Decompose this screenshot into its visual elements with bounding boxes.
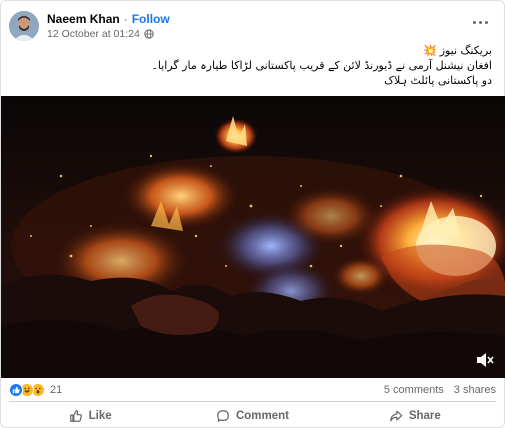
post-timestamp[interactable]: 12 October at 01:24 bbox=[47, 28, 140, 40]
post-line-1: بریکنگ نیوز💥 bbox=[32, 43, 492, 58]
avatar[interactable] bbox=[9, 11, 39, 41]
author-row: Naeem Khan · Follow bbox=[47, 12, 170, 26]
globe-icon bbox=[144, 29, 154, 39]
thumbs-up-icon bbox=[69, 410, 82, 422]
comments-count[interactable]: 5 comments bbox=[384, 384, 444, 396]
like-label: Like bbox=[88, 410, 112, 422]
collision-icon: 💥 bbox=[422, 44, 437, 57]
post-line-2: افغان نیشنل آرمی نے ڈیورنڈ لائن کے قریب … bbox=[151, 59, 492, 72]
comment-bubble-icon bbox=[217, 410, 229, 422]
author-name[interactable]: Naeem Khan bbox=[47, 12, 120, 26]
more-options-button[interactable] bbox=[466, 12, 494, 32]
separator-dot: · bbox=[123, 12, 128, 26]
share-arrow-icon bbox=[389, 410, 403, 422]
engagement-stats: 21 5 comments 3 shares bbox=[9, 381, 496, 399]
speaker-muted-icon[interactable] bbox=[476, 352, 494, 368]
comment-label: Comment bbox=[235, 410, 289, 422]
reactions-summary[interactable]: 21 bbox=[9, 383, 62, 397]
post-actions: Like Comment Share bbox=[9, 405, 496, 427]
comment-button[interactable]: Comment bbox=[171, 405, 333, 427]
like-reaction-icon bbox=[9, 383, 23, 397]
more-dot-icon bbox=[478, 20, 482, 24]
fire-scene-video-frame bbox=[1, 96, 505, 378]
share-label: Share bbox=[408, 410, 441, 422]
post-line-3: دو پاکستانی پائلٹ ہلاک bbox=[384, 74, 492, 87]
post-text: بریکنگ نیوز💥 افغان نیشنل آرمی نے ڈیورنڈ … bbox=[32, 43, 492, 88]
share-button[interactable]: Share bbox=[334, 405, 496, 427]
post-card: Naeem Khan · Follow 12 October at 01:24 … bbox=[0, 0, 505, 428]
post-header: Naeem Khan · Follow 12 October at 01:24 bbox=[9, 6, 496, 46]
follow-button[interactable]: Follow bbox=[132, 12, 170, 26]
more-dot-icon bbox=[484, 20, 488, 24]
divider bbox=[9, 401, 496, 402]
author-meta: Naeem Khan · Follow 12 October at 01:24 bbox=[47, 12, 170, 40]
timestamp-row: 12 October at 01:24 bbox=[47, 28, 170, 40]
shares-count[interactable]: 3 shares bbox=[454, 384, 496, 396]
post-headline: بریکنگ نیوز bbox=[439, 44, 492, 57]
more-dot-icon bbox=[472, 20, 476, 24]
like-button[interactable]: Like bbox=[9, 405, 171, 427]
reaction-count: 21 bbox=[50, 384, 63, 396]
video-player[interactable] bbox=[1, 96, 505, 378]
